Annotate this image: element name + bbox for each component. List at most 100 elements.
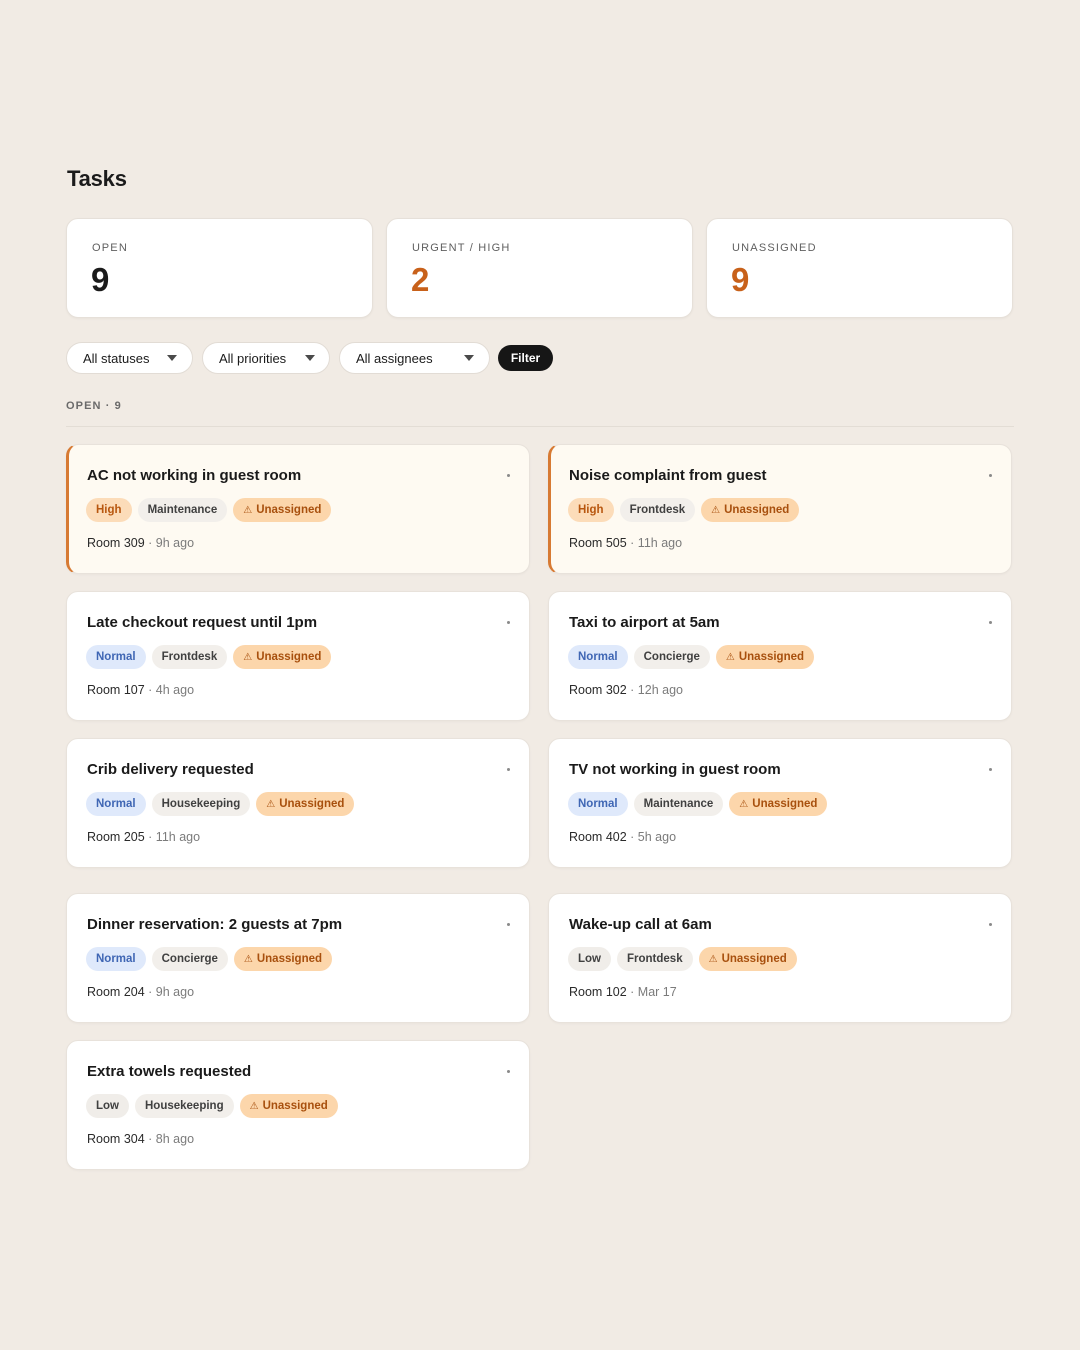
task-card[interactable]: Extra towels requested Low Housekeeping …: [66, 1040, 530, 1170]
assignee-badge: ⚠ Unassigned: [715, 645, 815, 669]
task-meta: Room 309 · 9h ago: [87, 536, 194, 550]
warning-triangle-icon: ⚠: [725, 651, 735, 663]
task-card[interactable]: Dinner reservation: 2 guests at 7pm Norm…: [66, 893, 530, 1023]
priority-badge: Normal: [568, 792, 628, 816]
stat-card-urgent-high: URGENT / HIGH 2: [386, 218, 693, 318]
room-number: Room 402: [569, 830, 627, 844]
stat-value: 9: [731, 261, 750, 298]
section-divider: [66, 426, 1014, 427]
warning-triangle-icon: ⚠: [243, 504, 253, 516]
more-dot-icon[interactable]: [989, 474, 992, 477]
task-age: Mar 17: [637, 985, 677, 999]
more-dot-icon[interactable]: [989, 768, 992, 771]
assignee-label: Unassigned: [752, 798, 818, 810]
warning-triangle-icon: ⚠: [243, 953, 253, 965]
assignee-label: Unassigned: [721, 953, 787, 965]
task-age: 11h ago: [637, 536, 683, 550]
stat-label: URGENT / HIGH: [412, 242, 511, 254]
caret-down-icon: [305, 355, 315, 361]
assignee-badge: ⚠ Unassigned: [701, 498, 800, 522]
task-tags: Normal Maintenance ⚠ Unassigned: [568, 792, 828, 816]
meta-separator: ·: [144, 1132, 156, 1146]
task-title: Taxi to airport at 5am: [569, 614, 720, 631]
stat-card-unassigned: UNASSIGNED 9: [706, 218, 1013, 318]
task-meta: Room 107 · 4h ago: [87, 683, 194, 697]
department-badge: Maintenance: [633, 792, 724, 816]
more-dot-icon[interactable]: [989, 923, 992, 926]
assignee-badge: ⚠ Unassigned: [233, 645, 332, 669]
assignee-badge: ⚠ Unassigned: [729, 792, 828, 816]
more-dot-icon[interactable]: [507, 768, 510, 771]
department-badge: Concierge: [151, 947, 228, 971]
department-badge: Maintenance: [137, 498, 228, 522]
meta-separator: ·: [626, 536, 638, 550]
task-tags: High Frontdesk ⚠ Unassigned: [568, 498, 800, 522]
task-tags: Normal Concierge ⚠ Unassigned: [86, 947, 333, 971]
priority-filter-select[interactable]: All priorities: [202, 342, 330, 374]
task-card[interactable]: Crib delivery requested Normal Housekeep…: [66, 738, 530, 868]
task-title: Extra towels requested: [87, 1063, 252, 1080]
status-filter-select[interactable]: All statuses: [66, 342, 193, 374]
meta-separator: ·: [144, 985, 156, 999]
task-title: Late checkout request until 1pm: [87, 614, 318, 631]
assignee-label: Unassigned: [738, 651, 805, 663]
warning-triangle-icon: ⚠: [708, 953, 718, 965]
task-card[interactable]: AC not working in guest room High Mainte…: [66, 444, 530, 574]
department-badge: Frontdesk: [617, 947, 693, 971]
assignee-filter-label: All assignees: [356, 350, 433, 366]
task-meta: Room 304 · 8h ago: [87, 1132, 194, 1146]
meta-separator: ·: [144, 830, 156, 844]
task-tags: Normal Housekeeping ⚠ Unassigned: [86, 792, 355, 816]
department-badge: Housekeeping: [151, 792, 251, 816]
page-title: Tasks: [67, 166, 127, 191]
assignee-badge: ⚠ Unassigned: [256, 792, 355, 816]
stat-value: 9: [91, 261, 110, 298]
task-age: 5h ago: [637, 830, 677, 844]
task-meta: Room 402 · 5h ago: [569, 830, 676, 844]
task-card[interactable]: TV not working in guest room Normal Main…: [548, 738, 1012, 868]
filter-button[interactable]: Filter: [498, 345, 553, 371]
room-number: Room 204: [87, 985, 145, 999]
room-number: Room 102: [569, 985, 627, 999]
assignee-label: Unassigned: [262, 1100, 328, 1112]
assignee-badge: ⚠ Unassigned: [239, 1094, 338, 1118]
more-dot-icon[interactable]: [507, 621, 510, 624]
task-title: TV not working in guest room: [569, 761, 781, 778]
priority-badge: High: [86, 498, 132, 522]
task-tags: Normal Concierge ⚠ Unassigned: [568, 645, 815, 669]
task-card[interactable]: Taxi to airport at 5am Normal Concierge …: [548, 591, 1012, 721]
caret-down-icon: [464, 355, 474, 361]
assignee-label: Unassigned: [256, 651, 322, 663]
stat-label: UNASSIGNED: [732, 242, 817, 254]
warning-triangle-icon: ⚠: [249, 1100, 259, 1112]
meta-separator: ·: [144, 536, 156, 550]
assignee-label: Unassigned: [279, 798, 345, 810]
assignee-filter-select[interactable]: All assignees: [339, 342, 490, 374]
task-tags: Normal Frontdesk ⚠ Unassigned: [86, 645, 332, 669]
task-card[interactable]: Late checkout request until 1pm Normal F…: [66, 591, 530, 721]
assignee-label: Unassigned: [256, 504, 322, 516]
task-meta: Room 302 · 12h ago: [569, 683, 683, 697]
assignee-badge: ⚠ Unassigned: [233, 947, 333, 971]
more-dot-icon[interactable]: [507, 923, 510, 926]
priority-badge: Normal: [86, 645, 146, 669]
more-dot-icon[interactable]: [507, 474, 510, 477]
task-meta: Room 102 · Mar 17: [569, 985, 677, 999]
task-title: AC not working in guest room: [87, 467, 302, 484]
department-badge: Frontdesk: [619, 498, 696, 522]
room-number: Room 107: [87, 683, 145, 697]
meta-separator: ·: [626, 985, 638, 999]
more-dot-icon[interactable]: [507, 1070, 510, 1073]
task-card[interactable]: Noise complaint from guest High Frontdes…: [548, 444, 1012, 574]
assignee-label: Unassigned: [724, 504, 790, 516]
task-title: Wake-up call at 6am: [569, 916, 712, 933]
task-age: 4h ago: [155, 683, 195, 697]
task-tags: Low Housekeeping ⚠ Unassigned: [86, 1094, 338, 1118]
meta-separator: ·: [144, 683, 156, 697]
task-card[interactable]: Wake-up call at 6am Low Frontdesk ⚠ Unass…: [548, 893, 1012, 1023]
department-badge: Housekeeping: [135, 1094, 234, 1118]
room-number: Room 304: [87, 1132, 145, 1146]
task-age: 11h ago: [155, 830, 201, 844]
more-dot-icon[interactable]: [989, 621, 992, 624]
department-badge: Frontdesk: [151, 645, 228, 669]
